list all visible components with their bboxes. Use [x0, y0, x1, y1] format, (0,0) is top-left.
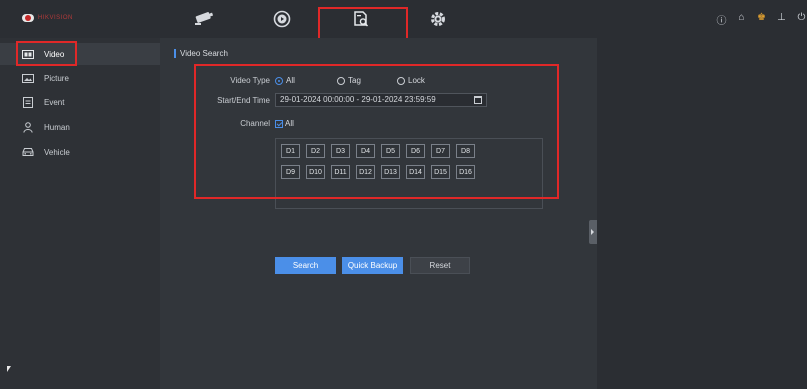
collapse-panel-handle[interactable] — [589, 220, 597, 244]
human-icon — [22, 121, 34, 133]
quick-backup-button[interactable]: Quick Backup — [342, 257, 403, 274]
sidebar-item-human[interactable]: Human — [0, 116, 160, 138]
logo-eye-icon — [22, 13, 34, 22]
camera-icon — [195, 12, 214, 25]
nav-settings-gear-icon[interactable] — [425, 8, 451, 30]
sidebar-item-vehicle[interactable]: Vehicle — [0, 141, 160, 163]
sidebar-highlight-annotation — [16, 41, 77, 66]
gear-icon — [431, 12, 445, 26]
logo-text: HIKVISION — [38, 14, 73, 21]
export-icon[interactable]: ⊥ — [776, 12, 787, 27]
nav-live-view-camera-icon[interactable] — [192, 8, 218, 30]
system-icons: ⓘ ⌂ ♚ ⊥ ⏻ — [716, 12, 807, 27]
user-icon[interactable]: ♚ — [756, 12, 767, 27]
sidebar-item-label: Vehicle — [44, 147, 70, 157]
mouse-cursor-icon — [7, 366, 11, 372]
info-icon[interactable]: ⓘ — [716, 12, 727, 27]
vehicle-icon — [22, 147, 34, 157]
nav-playback-icon[interactable] — [269, 8, 295, 30]
picture-icon — [22, 73, 34, 83]
sidebar-item-label: Human — [44, 122, 70, 132]
brand-logo: HIKVISION — [22, 12, 78, 23]
search-form-highlight-annotation — [194, 64, 559, 199]
event-icon — [22, 96, 34, 108]
right-preview-pane — [597, 38, 807, 389]
home-icon[interactable]: ⌂ — [736, 12, 747, 27]
sidebar-item-label: Picture — [44, 73, 69, 83]
power-icon[interactable]: ⏻ — [796, 12, 807, 27]
playback-icon — [273, 10, 291, 28]
sidebar-item-picture[interactable]: Picture — [0, 67, 160, 89]
search-button[interactable]: Search — [275, 257, 336, 274]
page-title: Video Search — [174, 49, 228, 58]
sidebar-item-event[interactable]: Event — [0, 91, 160, 113]
sidebar: Video Picture Event Human Vehicle — [0, 38, 160, 389]
reset-button[interactable]: Reset — [410, 257, 470, 274]
sidebar-item-label: Event — [44, 97, 65, 107]
